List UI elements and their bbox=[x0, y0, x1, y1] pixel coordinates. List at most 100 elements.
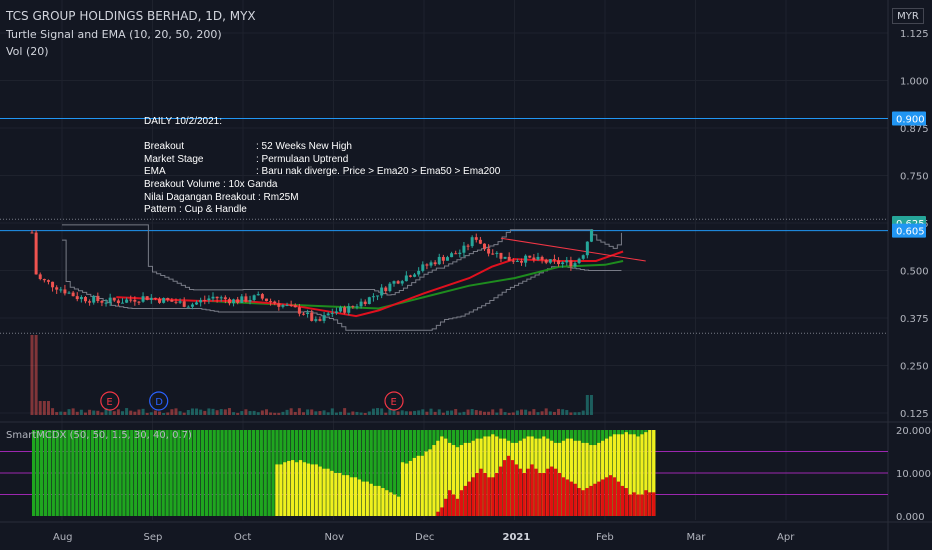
candle-body bbox=[511, 260, 515, 262]
volume-bar bbox=[166, 412, 170, 415]
price-tag-label: 0.900 bbox=[896, 115, 925, 126]
volume-bar bbox=[355, 411, 359, 415]
candle-body bbox=[63, 289, 67, 294]
indicator-legend-volume[interactable]: Vol (20) bbox=[6, 45, 49, 58]
candle-body bbox=[524, 255, 528, 263]
chart-canvas[interactable]: EDE0.1250.2500.3750.5000.6250.7500.8751.… bbox=[0, 0, 932, 550]
candle-body bbox=[408, 275, 412, 277]
mcdx-green-bar bbox=[51, 430, 55, 516]
volume-bar bbox=[293, 411, 297, 415]
volume-bar bbox=[339, 411, 343, 415]
mcdx-yellow-bar bbox=[318, 466, 322, 516]
volume-bar bbox=[42, 401, 46, 415]
note-line: Breakout: 52 Weeks New High bbox=[144, 141, 352, 153]
candle-body bbox=[573, 263, 577, 267]
mcdx-green-bar bbox=[102, 430, 106, 516]
mcdx-yellow-bar bbox=[408, 460, 413, 516]
volume-bar bbox=[252, 410, 256, 415]
volume-bar bbox=[585, 395, 589, 415]
mcdx-red-bar bbox=[526, 468, 530, 516]
candle-body bbox=[190, 304, 194, 307]
candle-body bbox=[388, 283, 392, 292]
volume-bar bbox=[441, 412, 445, 415]
volume-bar bbox=[520, 409, 524, 415]
mcdx-yellow-bar bbox=[369, 483, 373, 516]
volume-bar bbox=[203, 410, 207, 415]
candle-body bbox=[532, 257, 536, 260]
volume-bar bbox=[310, 409, 314, 415]
volume-bar bbox=[569, 412, 573, 415]
mcdx-green-bar bbox=[177, 430, 181, 516]
candle-body bbox=[478, 239, 482, 244]
candle-body bbox=[429, 262, 433, 266]
note-line: Pattern : Cup & Handle bbox=[144, 204, 247, 216]
candle-body bbox=[445, 257, 449, 261]
candle-body bbox=[75, 296, 79, 300]
volume-bar bbox=[145, 412, 149, 415]
candle-body bbox=[384, 287, 388, 292]
symbol-title[interactable]: TCS GROUP HOLDINGS BERHAD, 1D, MYX bbox=[6, 9, 256, 23]
mcdx-yellow-bar bbox=[294, 462, 299, 516]
mcdx-red-bar bbox=[491, 477, 495, 516]
volume-bar bbox=[363, 412, 367, 415]
mcdx-red-bar bbox=[475, 473, 479, 516]
volume-bar bbox=[182, 412, 186, 415]
mcdx-green-bar bbox=[267, 430, 271, 516]
note-line bbox=[144, 129, 299, 142]
mcdx-red-bar bbox=[597, 481, 601, 516]
mcdx-red-bar bbox=[510, 460, 515, 516]
candle-body bbox=[248, 299, 252, 302]
mcdx-green-bar bbox=[181, 430, 185, 516]
volume-bar bbox=[581, 410, 585, 415]
mcdx-yellow-bar bbox=[424, 451, 428, 516]
candle-body bbox=[203, 300, 207, 302]
mcdx-red-bar bbox=[467, 481, 471, 516]
volume-bar bbox=[318, 411, 322, 415]
time-tick-label: Dec bbox=[415, 532, 434, 543]
indicator-legend-turtle[interactable]: Turtle Signal and EMA (10, 20, 50, 200) bbox=[6, 28, 222, 41]
volume-bar bbox=[495, 412, 499, 415]
candle-body bbox=[552, 259, 556, 261]
candle-body bbox=[359, 301, 363, 307]
candle-body bbox=[83, 297, 87, 302]
mcdx-yellow-bar bbox=[389, 492, 393, 516]
volume-bar bbox=[503, 412, 507, 415]
smartmcdx-legend[interactable]: SmartMCDX (50, 50, 1.5, 30, 40, 0.7) bbox=[6, 430, 192, 441]
candle-body bbox=[470, 237, 474, 247]
candle-body bbox=[437, 256, 441, 265]
mcdx-yellow-bar bbox=[393, 494, 397, 516]
candle-body bbox=[425, 264, 429, 266]
mcdx-green-bar bbox=[251, 430, 256, 516]
candle-body bbox=[256, 294, 260, 296]
mcdx-green-bar bbox=[55, 430, 59, 516]
volume-bar bbox=[462, 411, 466, 415]
mcdx-green-bar bbox=[259, 430, 263, 516]
mcdx-green-bar bbox=[59, 430, 63, 516]
volume-bar bbox=[190, 408, 194, 415]
mcdx-red-bar bbox=[616, 481, 621, 516]
candle-body bbox=[137, 301, 141, 303]
candle-body bbox=[376, 295, 380, 297]
currency-badge[interactable]: MYR bbox=[892, 8, 924, 24]
mcdx-green-bar bbox=[32, 430, 36, 516]
volume-bar bbox=[207, 408, 211, 415]
mcdx-green-bar bbox=[126, 430, 130, 516]
volume-bar bbox=[236, 412, 240, 415]
mcdx-green-bar bbox=[122, 430, 126, 516]
mcdx-red-bar bbox=[499, 466, 503, 516]
candle-body bbox=[322, 315, 326, 321]
mcdx-red-bar bbox=[632, 492, 636, 516]
candle-body bbox=[232, 299, 236, 304]
candle-body bbox=[289, 305, 293, 307]
mcdx-red-bar bbox=[589, 485, 593, 516]
volume-bar bbox=[133, 411, 137, 415]
volume-bar bbox=[552, 411, 556, 415]
candle-body bbox=[293, 305, 297, 308]
mcdx-red-bar bbox=[644, 490, 648, 516]
candle-body bbox=[421, 264, 425, 271]
mcdx-red-bar bbox=[585, 488, 589, 516]
volume-bar bbox=[112, 411, 116, 415]
mcdx-red-bar bbox=[601, 479, 605, 516]
mcdx-red-bar bbox=[604, 477, 609, 516]
candle-body bbox=[104, 302, 108, 304]
